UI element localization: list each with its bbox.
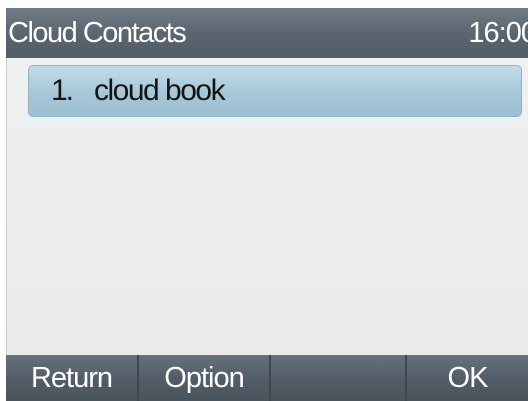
title-bar: Cloud Contacts 16:00 xyxy=(6,8,528,58)
contact-list: 1. cloud book xyxy=(6,58,528,355)
screen-title: Cloud Contacts xyxy=(8,17,187,49)
softkey-bar: Return Option OK xyxy=(6,355,528,401)
return-softkey[interactable]: Return xyxy=(6,355,137,401)
list-item-label: cloud book xyxy=(94,74,226,107)
list-item-cloud-book[interactable]: 1. cloud book xyxy=(28,65,522,117)
clock: 16:00 xyxy=(468,17,528,49)
phone-screen: Cloud Contacts 16:00 1. cloud book Retur… xyxy=(6,8,528,401)
blank-softkey[interactable] xyxy=(269,355,405,401)
list-item-index: 1. xyxy=(51,74,74,107)
option-softkey[interactable]: Option xyxy=(137,355,269,401)
ok-softkey[interactable]: OK xyxy=(405,355,528,401)
